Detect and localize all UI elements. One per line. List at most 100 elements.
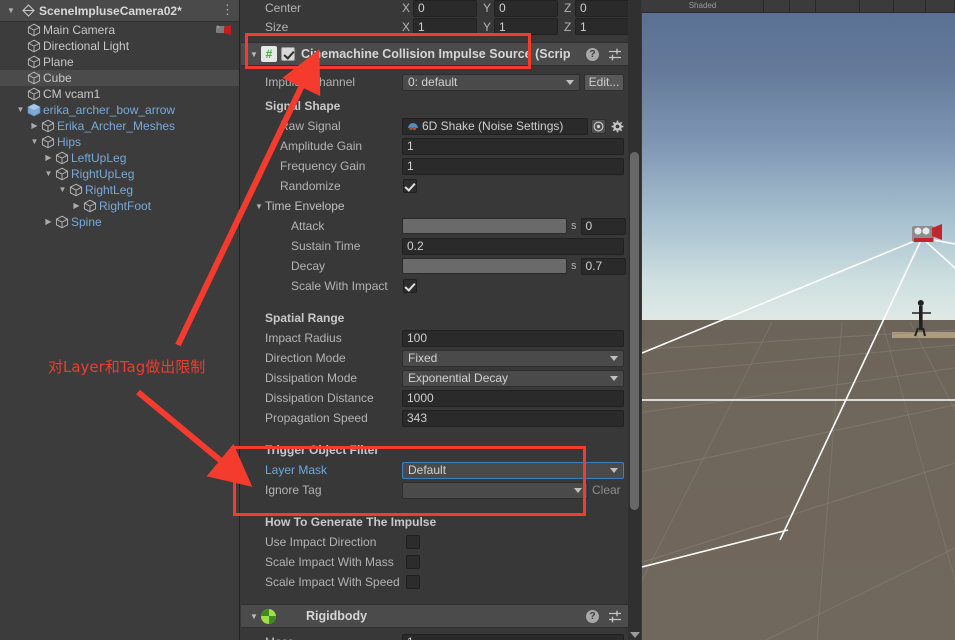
toolbar-scene-visibility-toggle[interactable] xyxy=(894,0,926,12)
toolbar-audio-toggle[interactable] xyxy=(816,0,860,12)
attack-value-field[interactable]: 0 xyxy=(580,217,626,235)
hierarchy-kebab-icon[interactable]: ⋮ xyxy=(221,2,234,18)
hierarchy-item[interactable]: ▼ Hips xyxy=(0,134,239,150)
row-propagation-speed[interactable]: Propagation Speed 343 xyxy=(241,408,641,428)
propagation-speed-field[interactable]: 343 xyxy=(402,409,624,427)
sustain-time-field[interactable]: 0.2 xyxy=(402,237,624,255)
layer-mask-dropdown[interactable]: Default xyxy=(402,461,624,479)
object-picker-icon[interactable] xyxy=(591,118,606,134)
impulse-channel-dropdown[interactable]: 0: default xyxy=(402,73,580,91)
foldout-closed-icon[interactable]: ▶ xyxy=(42,150,55,166)
row-center[interactable]: Center X 0 Y 0 Z 0 xyxy=(241,0,641,17)
dissipation-distance-field[interactable]: 1000 xyxy=(402,389,624,407)
clear-button[interactable]: Clear xyxy=(592,483,621,497)
row-sustain-time[interactable]: Sustain Time 0.2 xyxy=(241,236,641,256)
toolbar-lighting-toggle[interactable] xyxy=(790,0,816,12)
toolbar-effects-dropdown[interactable] xyxy=(860,0,894,12)
hierarchy-item[interactable]: Main Camera xyxy=(0,22,239,38)
hierarchy-item[interactable]: Directional Light xyxy=(0,38,239,54)
row-decay[interactable]: Decay s 0.7 xyxy=(241,256,641,276)
scroll-down-arrow-icon[interactable] xyxy=(630,632,640,638)
foldout-closed-icon[interactable]: ▶ xyxy=(70,198,83,214)
size-y-field[interactable]: 1 xyxy=(494,18,558,35)
row-dissipation-mode[interactable]: Dissipation Mode Exponential Decay xyxy=(241,368,641,388)
hierarchy-item[interactable]: CM vcam1 xyxy=(0,86,239,102)
row-ignore-tag[interactable]: Ignore Tag Clear xyxy=(241,480,641,500)
help-icon[interactable]: ? xyxy=(586,47,599,61)
inspector-scrollbar-thumb[interactable] xyxy=(630,152,639,510)
scene-view-toolbar[interactable]: Shaded xyxy=(642,0,955,13)
center-y-field[interactable]: 0 xyxy=(494,0,558,17)
hierarchy-item[interactable]: ▶ RightFoot xyxy=(0,198,239,214)
time-envelope-header[interactable]: ▼ Time Envelope xyxy=(241,196,641,216)
row-frequency-gain[interactable]: Frequency Gain 1 xyxy=(241,156,641,176)
foldout-open-icon[interactable]: ▼ xyxy=(56,182,69,198)
row-use-impact-direction[interactable]: Use Impact Direction xyxy=(241,532,641,552)
foldout-open-icon[interactable]: ▼ xyxy=(42,166,55,182)
row-mass[interactable]: Mass 1 xyxy=(241,632,641,640)
hierarchy-item[interactable]: ▶ LeftUpLeg xyxy=(0,150,239,166)
use-impact-direction-checkbox[interactable] xyxy=(406,535,420,549)
foldout-open-icon[interactable]: ▼ xyxy=(28,134,41,150)
decay-value-field[interactable]: 0.7 xyxy=(580,257,626,275)
edit-button[interactable]: Edit... xyxy=(584,73,624,91)
help-icon[interactable]: ? xyxy=(586,609,599,623)
toolbar-gizmos-dropdown[interactable] xyxy=(926,0,955,12)
hierarchy-item[interactable]: ▶ Spine xyxy=(0,214,239,230)
hierarchy-item[interactable]: Plane xyxy=(0,54,239,70)
direction-mode-dropdown[interactable]: Fixed xyxy=(402,349,624,367)
ignore-tag-dropdown[interactable] xyxy=(402,481,588,499)
row-scale-impact-with-speed[interactable]: Scale Impact With Speed xyxy=(241,572,641,592)
row-amplitude-gain[interactable]: Amplitude Gain 1 xyxy=(241,136,641,156)
hierarchy-item[interactable]: ▼ RightUpLeg xyxy=(0,166,239,182)
row-raw-signal[interactable]: Raw Signal 6D Shake (Noise Settings) xyxy=(241,116,641,136)
foldout-closed-icon[interactable]: ▶ xyxy=(28,118,41,134)
scale-with-impact-checkbox[interactable] xyxy=(403,279,417,293)
row-attack[interactable]: Attack s 0 xyxy=(241,216,641,236)
attack-slider[interactable] xyxy=(402,218,567,234)
hierarchy-item[interactable]: Cube xyxy=(0,70,239,86)
center-x-field[interactable]: 0 xyxy=(413,0,477,17)
amplitude-gain-field[interactable]: 1 xyxy=(402,137,624,155)
component-foldout-icon[interactable]: ▼ xyxy=(247,50,261,59)
frequency-gain-field[interactable]: 1 xyxy=(402,157,624,175)
layer-mask-label[interactable]: Layer Mask xyxy=(265,463,402,477)
hierarchy-scene-header[interactable]: ▼ SceneImpluseCamera02* ⋮ xyxy=(0,0,239,22)
mass-field[interactable]: 1 xyxy=(402,633,624,640)
dissipation-mode-dropdown[interactable]: Exponential Decay xyxy=(402,369,624,387)
impact-radius-field[interactable]: 100 xyxy=(402,329,624,347)
scene-view[interactable]: Shaded xyxy=(642,0,955,640)
randomize-checkbox[interactable] xyxy=(403,179,417,193)
scene-foldout-icon[interactable]: ▼ xyxy=(7,4,19,16)
row-layer-mask[interactable]: Layer Mask Default xyxy=(241,460,641,480)
scale-impact-with-mass-checkbox[interactable] xyxy=(406,555,420,569)
hierarchy-item[interactable]: ▼ RightLeg xyxy=(0,182,239,198)
row-impact-radius[interactable]: Impact Radius 100 xyxy=(241,328,641,348)
component-enabled-checkbox[interactable] xyxy=(281,47,295,61)
inspector-scrollbar-track[interactable] xyxy=(628,0,641,640)
gear-icon[interactable] xyxy=(611,120,624,133)
shading-mode-dropdown[interactable]: Shaded xyxy=(642,0,764,12)
size-x-field[interactable]: 1 xyxy=(413,18,477,35)
row-size[interactable]: Size X 1 Y 1 Z 1 xyxy=(241,16,641,37)
row-scale-impact-with-mass[interactable]: Scale Impact With Mass xyxy=(241,552,641,572)
foldout-closed-icon[interactable]: ▶ xyxy=(42,214,55,230)
toolbar-2d-toggle[interactable] xyxy=(764,0,790,12)
foldout-open-icon[interactable]: ▼ xyxy=(14,102,27,118)
raw-signal-object-field[interactable]: 6D Shake (Noise Settings) xyxy=(402,117,588,135)
row-direction-mode[interactable]: Direction Mode Fixed xyxy=(241,348,641,368)
row-scale-with-impact[interactable]: Scale With Impact xyxy=(241,276,641,296)
preset-settings-icon[interactable] xyxy=(608,610,622,623)
preset-settings-icon[interactable] xyxy=(608,48,622,61)
component-header-rigidbody[interactable]: ▼ Rigidbody ? ⋮ xyxy=(241,604,641,628)
time-envelope-foldout-icon[interactable]: ▼ xyxy=(253,202,265,211)
hierarchy-item[interactable]: ▶ Erika_Archer_Meshes xyxy=(0,118,239,134)
component-header-impulse-source[interactable]: ▼ # Cinemachine Collision Impulse Source… xyxy=(241,42,641,66)
row-impulse-channel[interactable]: Impulse Channel 0: default Edit... xyxy=(241,72,641,92)
scale-impact-with-speed-checkbox[interactable] xyxy=(406,575,420,589)
row-randomize[interactable]: Randomize xyxy=(241,176,641,196)
row-dissipation-distance[interactable]: Dissipation Distance 1000 xyxy=(241,388,641,408)
rigidbody-foldout-icon[interactable]: ▼ xyxy=(247,612,261,621)
hierarchy-item[interactable]: ▼ erika_archer_bow_arrow xyxy=(0,102,239,118)
decay-slider[interactable] xyxy=(402,258,567,274)
